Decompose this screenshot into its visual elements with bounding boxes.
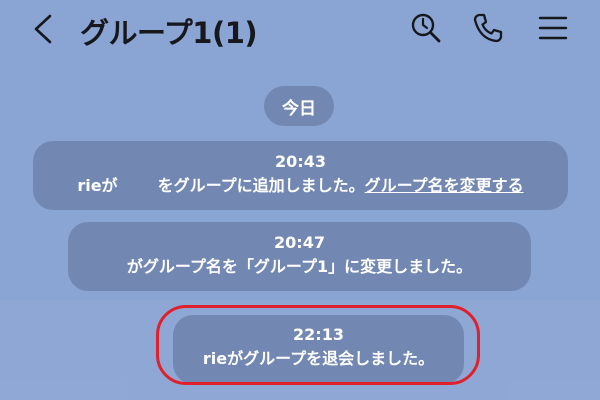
message-time: 20:47	[274, 233, 325, 252]
search-icon[interactable]	[408, 10, 444, 46]
system-message: 22:13 rieがグループを退会しました。	[173, 315, 464, 384]
system-message: 20:47 がグループ名を「グループ1」に変更しました。	[68, 222, 531, 291]
date-separator: 今日	[264, 86, 334, 126]
phone-icon[interactable]	[470, 10, 506, 46]
message-text: rieが をグループに追加しました。グループ名を変更する	[33, 174, 568, 198]
chat-title: グループ1(1)	[80, 16, 258, 50]
chevron-left-icon[interactable]	[30, 14, 56, 44]
chat-header: グループ1(1)	[0, 0, 600, 58]
message-text: がグループ名を「グループ1」に変更しました。	[126, 257, 473, 276]
hamburger-menu-icon[interactable]	[535, 10, 571, 46]
message-time: 20:43	[275, 152, 326, 171]
message-text-after: をグループに追加しました。	[157, 176, 365, 195]
message-text: rieがグループを退会しました。	[202, 349, 435, 368]
message-text-before: rieが	[77, 176, 118, 195]
system-message: 20:43 rieが をグループに追加しました。グループ名を変更する	[33, 141, 568, 210]
rename-group-link[interactable]: グループ名を変更する	[365, 176, 524, 195]
message-time: 22:13	[293, 325, 344, 344]
